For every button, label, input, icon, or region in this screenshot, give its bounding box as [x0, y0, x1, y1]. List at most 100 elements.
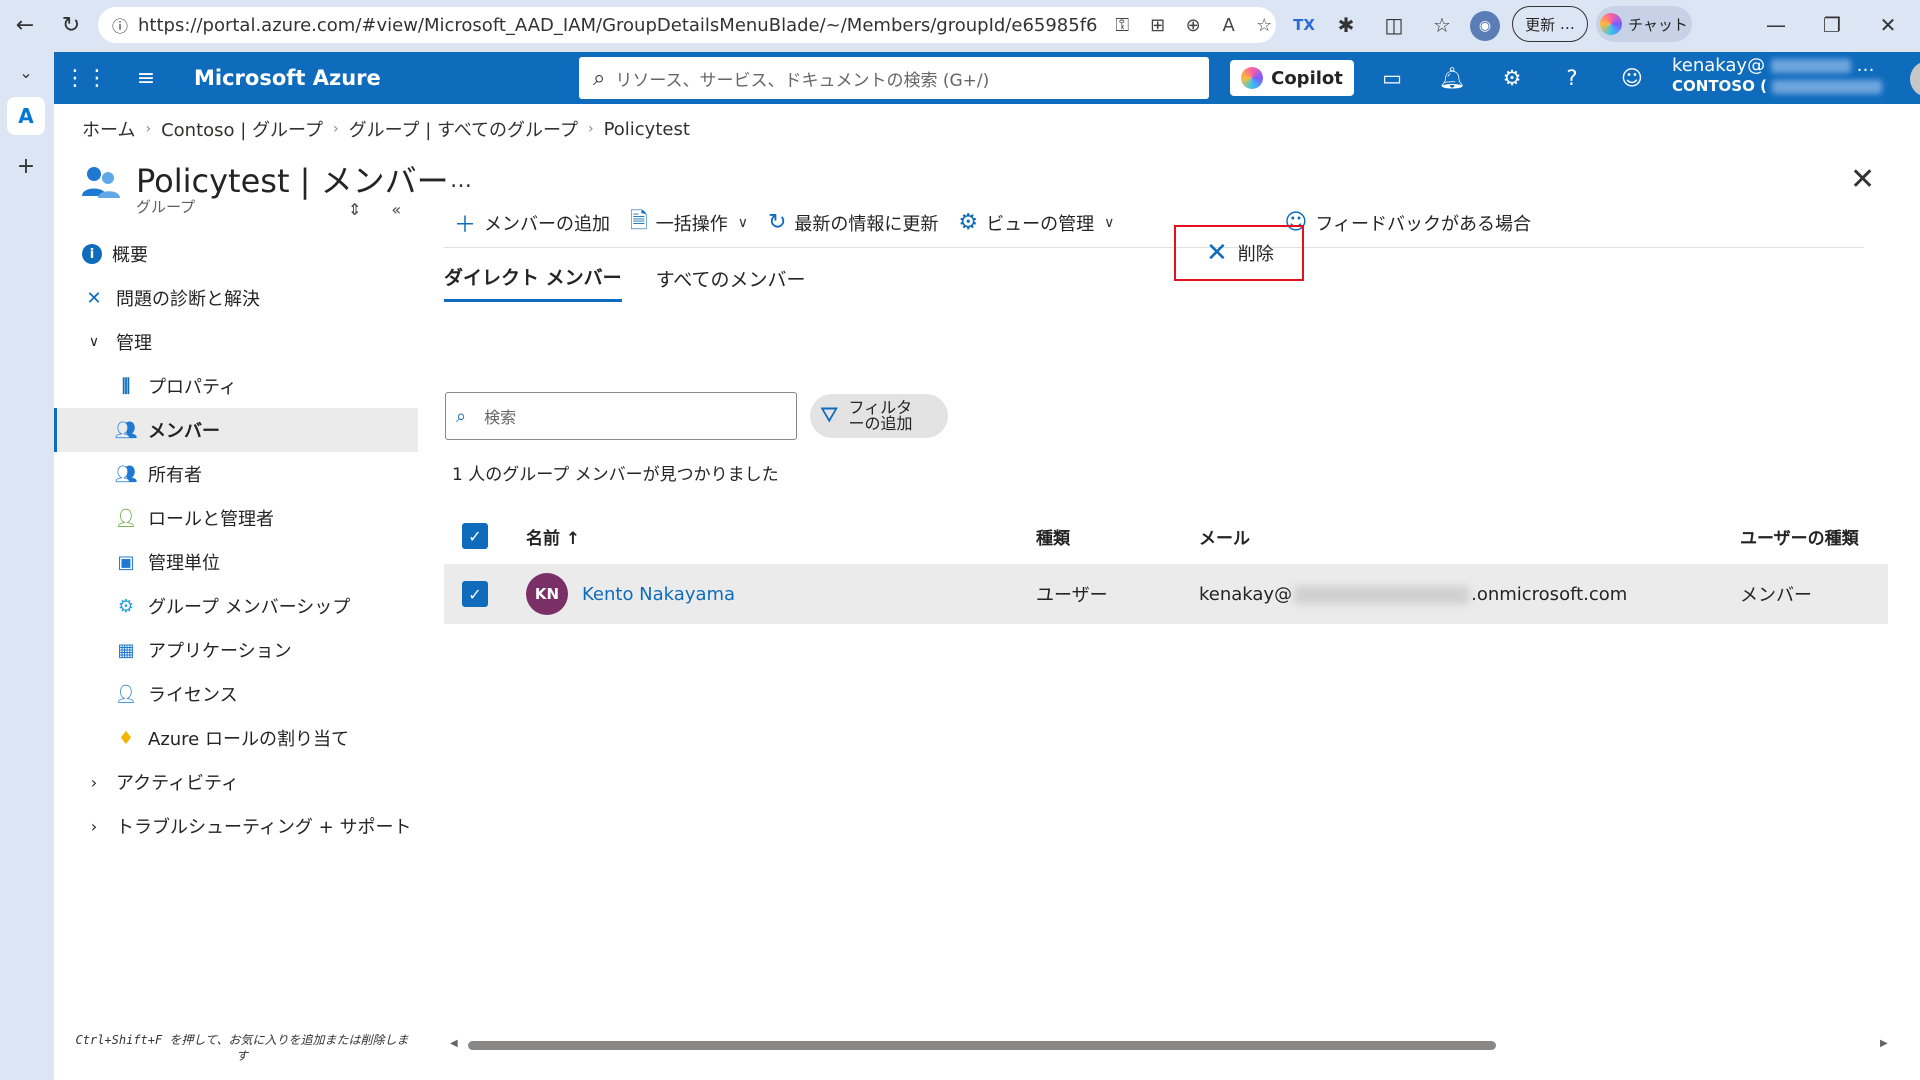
- breadcrumb-policytest[interactable]: Policytest: [604, 119, 690, 140]
- settings-gear-icon[interactable]: ⚙: [1494, 62, 1530, 94]
- menu-item-group-membership[interactable]: ⚙ グループ メンバーシップ: [54, 584, 418, 628]
- gear-icon: ⚙: [117, 595, 135, 617]
- menu-item-label: 管理単位: [148, 553, 220, 574]
- column-header-mail[interactable]: メール: [1199, 524, 1250, 549]
- tab-all-members[interactable]: すべてのメンバー: [656, 262, 806, 302]
- portal-menu-grid-icon[interactable]: ⋮⋮: [56, 66, 116, 91]
- brand-logo-text[interactable]: Microsoft Azure: [194, 66, 564, 90]
- menu-item-properties[interactable]: ⫼ プロパティ: [54, 364, 418, 408]
- row-checkbox[interactable]: ✓: [462, 581, 488, 607]
- menu-item-overview[interactable]: i 概要: [54, 232, 418, 276]
- reload-icon[interactable]: ↻: [56, 10, 86, 40]
- refresh-button[interactable]: ↻ 最新の情報に更新: [758, 198, 948, 248]
- menu-item-azure-role-assignments[interactable]: ♦ Azure ロールの割り当て: [54, 716, 418, 760]
- collapse-menu-icon[interactable]: «: [391, 200, 401, 219]
- app-icon[interactable]: ⊞: [1146, 13, 1170, 37]
- chat-button[interactable]: チャット: [1596, 6, 1692, 42]
- menu-item-troubleshooting[interactable]: › トラブルシューティング + サポート: [54, 804, 418, 848]
- notifications-bell-icon[interactable]: 🔔︎: [1434, 62, 1470, 94]
- zoom-icon[interactable]: ⊕: [1181, 13, 1205, 37]
- feedback-icon[interactable]: ☺: [1614, 62, 1650, 94]
- menu-item-licenses[interactable]: 👤︎ ライセンス: [54, 672, 418, 716]
- copilot-icon: [1600, 13, 1623, 35]
- scrollbar-thumb[interactable]: [468, 1041, 1496, 1050]
- manage-view-button[interactable]: ⚙ ビューの管理 ∨: [948, 198, 1124, 248]
- account-name: kenakay@: [1672, 55, 1766, 76]
- menu-item-owners[interactable]: 👥︎ 所有者: [54, 452, 418, 496]
- column-header-name[interactable]: 名前 ↑: [526, 524, 580, 549]
- address-bar[interactable]: ⓘ https://portal.azure.com/#view/Microso…: [98, 7, 1276, 43]
- wrench-icon: ✕: [86, 287, 102, 309]
- hamburger-icon[interactable]: ≡: [116, 66, 176, 91]
- menu-item-admin-units[interactable]: ▣ 管理単位: [54, 540, 418, 584]
- extensions-icon[interactable]: ✱: [1332, 11, 1360, 39]
- copilot-icon: [1241, 67, 1264, 89]
- close-window-icon[interactable]: ✕: [1874, 11, 1902, 39]
- chevron-down-icon: ∨: [88, 334, 100, 350]
- profile-icon[interactable]: ◉: [1470, 11, 1500, 41]
- chevron-down-icon[interactable]: ⌄: [0, 50, 52, 94]
- menu-item-applications[interactable]: ▦ アプリケーション: [54, 628, 418, 672]
- member-search-input[interactable]: ⌕ 検索: [445, 392, 797, 440]
- more-options-icon[interactable]: …: [450, 168, 472, 193]
- user-avatar[interactable]: ●: [1910, 61, 1920, 97]
- gear-icon: ⚙: [958, 210, 979, 235]
- copilot-button[interactable]: Copilot: [1230, 60, 1354, 96]
- update-button[interactable]: 更新 …: [1512, 6, 1588, 42]
- main-panel: ホーム › Contoso | グループ › グループ | すべてのグループ ›…: [54, 104, 1920, 1080]
- menu-item-label: 管理: [116, 333, 152, 354]
- tab-direct-members[interactable]: ダイレクト メンバー: [444, 262, 622, 302]
- menu-item-roles[interactable]: 👤︎ ロールと管理者: [54, 496, 418, 540]
- menu-item-diagnose[interactable]: ✕ 問題の診断と解決: [54, 276, 418, 320]
- delete-label: 削除: [1237, 244, 1274, 265]
- scroll-right-icon[interactable]: ▶: [1880, 1038, 1888, 1049]
- account-menu[interactable]: kenakay@ … CONTOSO ( …: [1672, 55, 1892, 115]
- menu-item-manage[interactable]: ∨ 管理: [54, 320, 418, 364]
- add-member-button[interactable]: ＋ メンバーの追加: [444, 198, 620, 248]
- maximize-icon[interactable]: ❐: [1818, 11, 1846, 39]
- search-placeholder: リソース、サービス、ドキュメントの検索 (G+/): [615, 70, 990, 91]
- split-screen-icon[interactable]: ◫: [1380, 11, 1408, 39]
- bulk-operations-button[interactable]: 🗎︎ 一括操作 ∨: [620, 198, 758, 248]
- feedback-label: フィードバックがある場合: [1315, 213, 1531, 235]
- minimize-icon[interactable]: —: [1762, 11, 1790, 39]
- table-row[interactable]: ✓ KN Kento Nakayama ユーザー kenakay@ .onmicr…: [444, 564, 1888, 624]
- translator-icon[interactable]: TX: [1290, 11, 1318, 39]
- breadcrumb-home[interactable]: ホーム: [82, 116, 135, 142]
- member-user-type-cell: メンバー: [1740, 585, 1812, 606]
- menu-item-members[interactable]: 👥︎ メンバー: [54, 408, 418, 452]
- menu-item-label: メンバー: [148, 421, 220, 442]
- expand-collapse-icon[interactable]: ⇕: [348, 200, 361, 219]
- close-blade-icon[interactable]: ✕: [1850, 162, 1875, 197]
- favorites-icon[interactable]: ☆: [1428, 11, 1456, 39]
- delete-button[interactable]: ✕ 削除: [1174, 225, 1304, 281]
- column-header-type[interactable]: 種類: [1036, 524, 1070, 549]
- add-filter-button[interactable]: ⛛ フィルタ ーの追加: [810, 394, 948, 438]
- chevron-right-icon: ›: [90, 772, 98, 792]
- scroll-left-icon[interactable]: ◀: [450, 1038, 458, 1049]
- horizontal-scrollbar[interactable]: ◀ ▶: [450, 1038, 1890, 1052]
- breadcrumb-contoso-groups[interactable]: Contoso | グループ: [161, 116, 323, 142]
- help-icon[interactable]: ?: [1554, 62, 1590, 94]
- azure-tab-icon[interactable]: A: [0, 94, 52, 138]
- refresh-icon: ↻: [767, 210, 787, 235]
- back-icon[interactable]: ←: [10, 10, 40, 40]
- mail-suffix: .onmicrosoft.com: [1471, 583, 1628, 605]
- member-name-link[interactable]: Kento Nakayama: [582, 584, 735, 605]
- add-tab-icon[interactable]: +: [0, 144, 52, 188]
- menu-item-activity[interactable]: › アクティビティ: [54, 760, 418, 804]
- update-label: 更新: [1525, 15, 1556, 34]
- read-aloud-icon[interactable]: A: [1217, 13, 1241, 37]
- breadcrumb-all-groups[interactable]: グループ | すべてのグループ: [349, 116, 578, 142]
- favorites-hint: Ctrl+Shift+F を押して、お気に入りを追加または削除します: [75, 1033, 409, 1063]
- column-header-user-type[interactable]: ユーザーの種類: [1740, 524, 1859, 549]
- select-all-checkbox[interactable]: ✓: [462, 523, 488, 549]
- info-icon[interactable]: ⓘ: [112, 13, 128, 37]
- add-member-label: メンバーの追加: [484, 213, 611, 235]
- feedback-button[interactable]: ☺ フィードバックがある場合: [1274, 198, 1541, 248]
- global-search-input[interactable]: ⌕ リソース、サービス、ドキュメントの検索 (G+/): [579, 57, 1209, 99]
- favorite-star-icon[interactable]: ☆: [1252, 13, 1276, 37]
- resource-menu: i 概要 ✕ 問題の診断と解決 ∨ 管理 ⫼ プロパティ 👥︎ メンバー 👥︎ 所有者 👤︎…: [54, 232, 418, 848]
- cloud-shell-icon[interactable]: ▭: [1374, 62, 1410, 94]
- key-icon[interactable]: ⚿: [1110, 13, 1134, 37]
